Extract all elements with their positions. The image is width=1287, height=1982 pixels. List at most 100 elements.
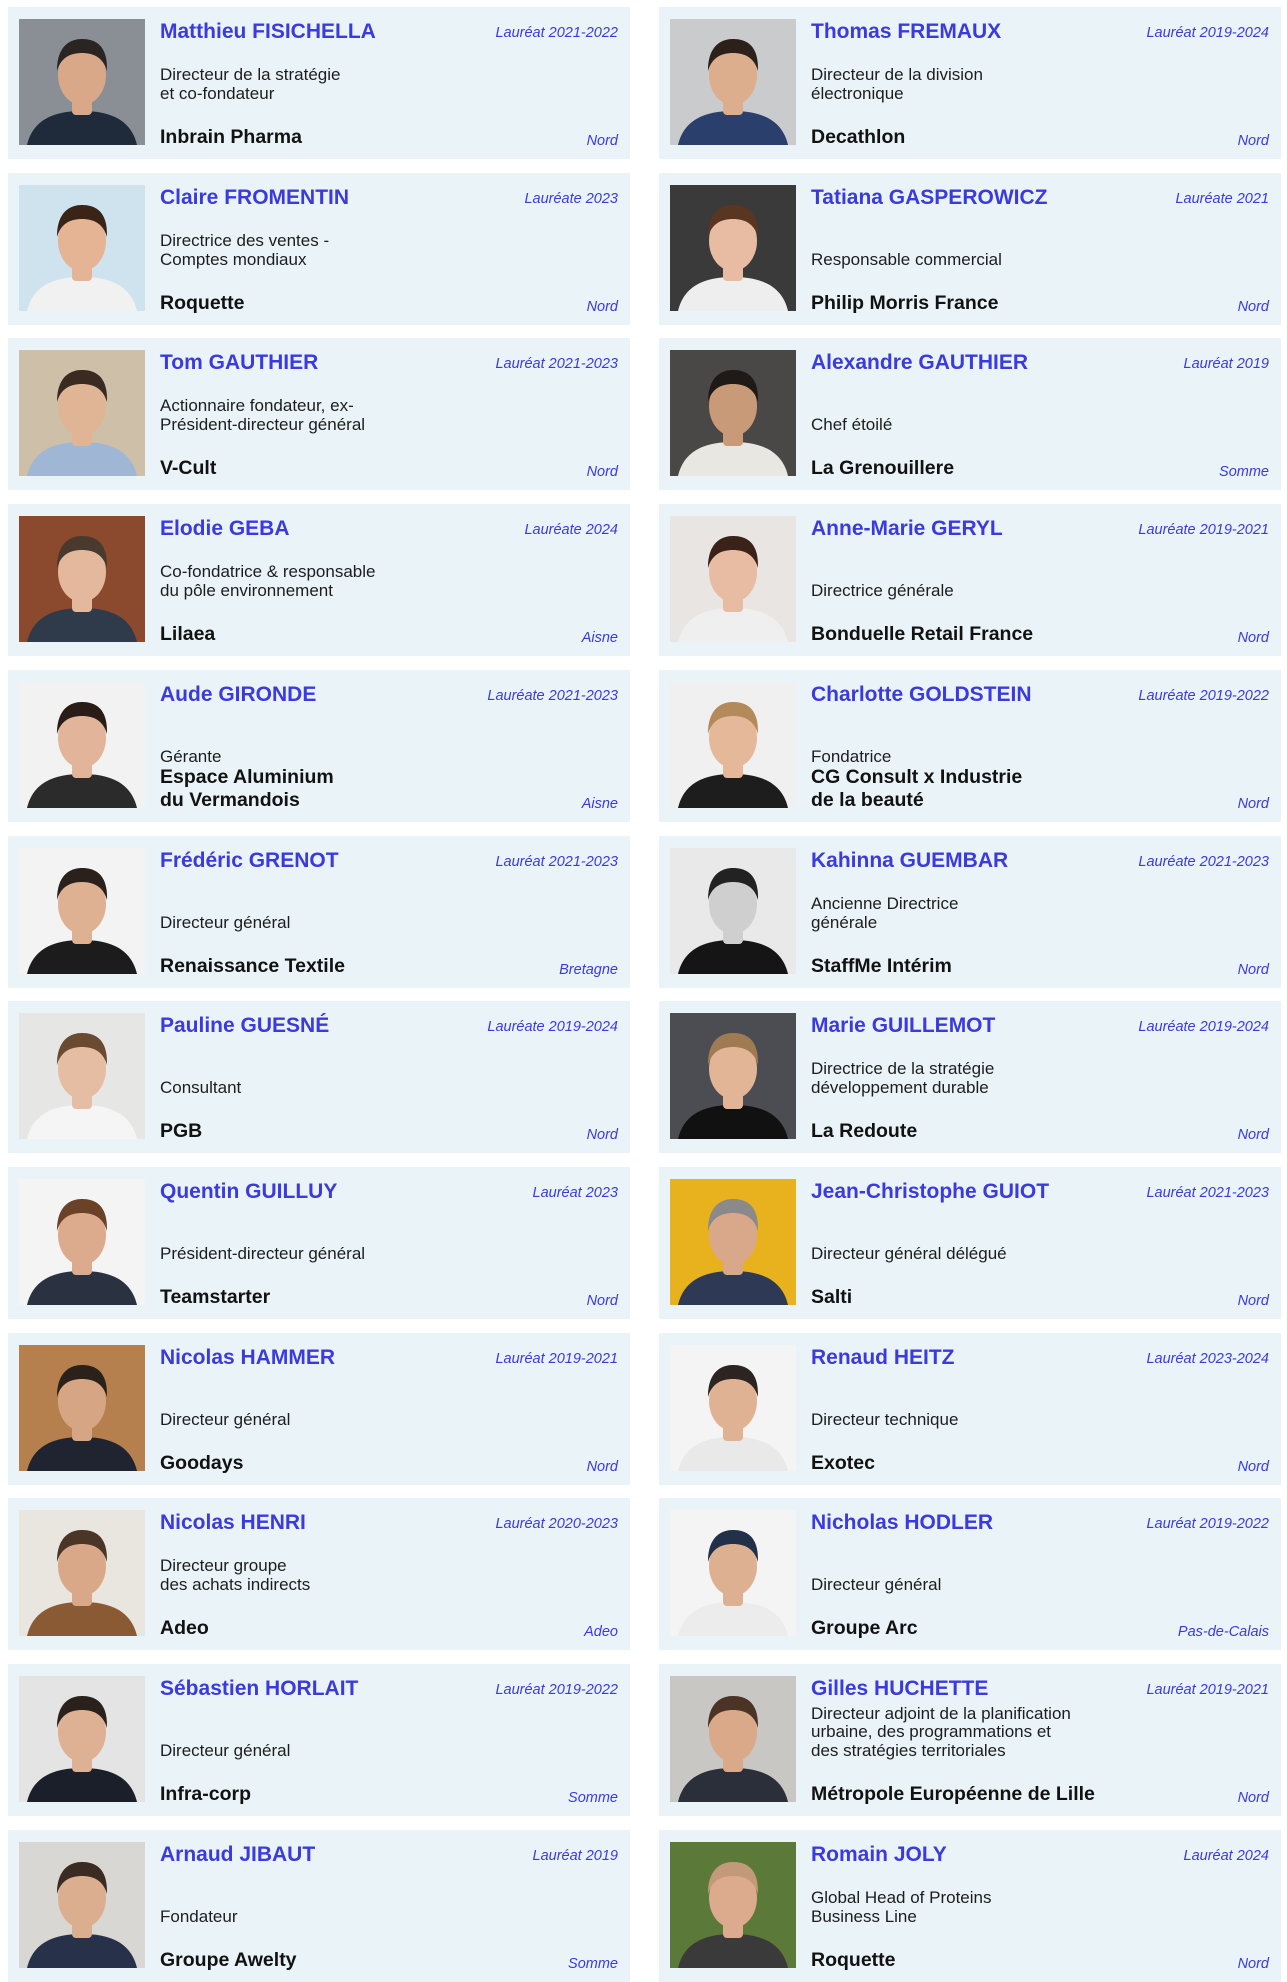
laureate-name[interactable]: Anne-Marie GERYL — [811, 516, 1141, 542]
laureate-name[interactable]: Alexandre GAUTHIER — [811, 350, 1141, 376]
laureate-card[interactable]: Renaud HEITZ Lauréat 2023-2024 Directeur… — [659, 1333, 1281, 1485]
job-title: Directeur technique — [811, 1409, 959, 1429]
laureate-card[interactable]: Marie GUILLEMOT Lauréate 2019-2024 Direc… — [659, 1001, 1281, 1153]
laureate-name[interactable]: Arnaud JIBAUT — [160, 1842, 490, 1868]
laureate-card[interactable]: Elodie GEBA Lauréate 2024 Co-fondatrice … — [8, 504, 630, 656]
job-title: Directeur général — [811, 1574, 942, 1594]
laureate-name[interactable]: Nicolas HENRI — [160, 1510, 490, 1536]
portrait-photo — [19, 1013, 145, 1139]
laureate-name[interactable]: Jean-Christophe GUIOT — [811, 1179, 1141, 1205]
laureat-years: Lauréat 2019-2021 — [1146, 1682, 1269, 1698]
laureate-card[interactable]: Arnaud JIBAUT Lauréat 2019 Fondateur Gro… — [8, 1830, 630, 1982]
laureate-card[interactable]: Nicholas HODLER Lauréat 2019-2022 Direct… — [659, 1498, 1281, 1650]
laureate-name[interactable]: Charlotte GOLDSTEIN — [811, 682, 1141, 708]
region-tag: Nord — [586, 1127, 618, 1143]
region-tag: Nord — [1237, 133, 1269, 149]
region-tag: Aisne — [581, 630, 618, 646]
laureate-name[interactable]: Thomas FREMAUX — [811, 19, 1141, 45]
company-name: Roquette — [160, 292, 245, 314]
laureat-years: Lauréate 2019-2024 — [487, 1019, 618, 1035]
laureate-name[interactable]: Romain JOLY — [811, 1842, 1141, 1868]
company-name: CG Consult x Industrie de la beauté — [811, 766, 1023, 811]
laureate-name[interactable]: Frédéric GRENOT — [160, 848, 490, 874]
job-title: Directeur de la division électronique — [811, 65, 983, 103]
company-name: La Grenouillere — [811, 457, 955, 479]
region-tag: Aisne — [581, 796, 618, 812]
region-tag: Nord — [1237, 1790, 1269, 1806]
laureate-card[interactable]: Alexandre GAUTHIER Lauréat 2019 Chef éto… — [659, 338, 1281, 490]
laureat-years: Lauréat 2020-2023 — [495, 1516, 618, 1532]
laureate-card[interactable]: Tatiana GASPEROWICZ Lauréate 2021 Respon… — [659, 173, 1281, 325]
laureate-card[interactable]: Pauline GUESNÉ Lauréate 2019-2024 Consul… — [8, 1001, 630, 1153]
laureat-years: Lauréate 2024 — [524, 522, 618, 538]
portrait-photo — [670, 516, 796, 642]
company-name: La Redoute — [811, 1120, 918, 1142]
laureate-name[interactable]: Aude GIRONDE — [160, 682, 490, 708]
portrait-photo — [670, 682, 796, 808]
region-tag: Adeo — [584, 1624, 618, 1640]
laureate-card[interactable]: Anne-Marie GERYL Lauréate 2019-2021 Dire… — [659, 504, 1281, 656]
laureate-card[interactable]: Sébastien HORLAIT Lauréat 2019-2022 Dire… — [8, 1664, 630, 1816]
laureat-years: Lauréate 2019-2022 — [1138, 688, 1269, 704]
region-tag: Nord — [1237, 962, 1269, 978]
laureate-card[interactable]: Tom GAUTHIER Lauréat 2021-2023 Actionnai… — [8, 338, 630, 490]
company-name: Inbrain Pharma — [160, 126, 302, 148]
region-tag: Nord — [586, 464, 618, 480]
laureate-card[interactable]: Quentin GUILLUY Lauréat 2023 Président-d… — [8, 1167, 630, 1319]
region-tag: Somme — [1219, 464, 1269, 480]
job-title: Directeur général — [160, 1409, 291, 1429]
laureat-years: Lauréat 2024 — [1183, 1848, 1269, 1864]
laureate-name[interactable]: Tatiana GASPEROWICZ — [811, 185, 1141, 211]
laureate-card[interactable]: Thomas FREMAUX Lauréat 2019-2024 Directe… — [659, 7, 1281, 159]
portrait-photo — [670, 1676, 796, 1802]
portrait-photo — [19, 1676, 145, 1802]
laureate-name[interactable]: Quentin GUILLUY — [160, 1179, 490, 1205]
laureate-name[interactable]: Sébastien HORLAIT — [160, 1676, 490, 1702]
laureate-name[interactable]: Tom GAUTHIER — [160, 350, 490, 376]
laureat-years: Lauréat 2019 — [1183, 356, 1269, 372]
job-title: Directrice des ventes - Comptes mondiaux — [160, 231, 330, 269]
region-tag: Nord — [1237, 796, 1269, 812]
laureate-card[interactable]: Aude GIRONDE Lauréate 2021-2023 Gérante … — [8, 670, 630, 822]
laureate-name[interactable]: Kahinna GUEMBAR — [811, 848, 1141, 874]
laureat-years: Lauréat 2019 — [532, 1848, 618, 1864]
region-tag: Nord — [586, 133, 618, 149]
job-title: Directeur général délégué — [811, 1243, 1007, 1263]
company-name: Groupe Arc — [811, 1617, 918, 1639]
laureat-years: Lauréate 2021-2023 — [1138, 854, 1269, 870]
company-name: Decathlon — [811, 126, 906, 148]
laureate-name[interactable]: Matthieu FISICHELLA — [160, 19, 490, 45]
laureate-card[interactable]: Jean-Christophe GUIOT Lauréat 2021-2023 … — [659, 1167, 1281, 1319]
laureat-years: Lauréat 2019-2024 — [1146, 25, 1269, 41]
portrait-photo — [670, 1842, 796, 1968]
portrait-photo — [670, 350, 796, 476]
laureate-name[interactable]: Elodie GEBA — [160, 516, 490, 542]
laureate-card[interactable]: Romain JOLY Lauréat 2024 Global Head of … — [659, 1830, 1281, 1982]
laureate-name[interactable]: Nicolas HAMMER — [160, 1345, 490, 1371]
company-name: Espace Aluminium du Vermandois — [160, 766, 334, 811]
portrait-photo — [19, 682, 145, 808]
laureate-card[interactable]: Claire FROMENTIN Lauréate 2023 Directric… — [8, 173, 630, 325]
portrait-photo — [19, 1510, 145, 1636]
job-title: Actionnaire fondateur, ex- Président-dire… — [160, 396, 366, 434]
laureate-card[interactable]: Nicolas HENRI Lauréat 2020-2023 Directeu… — [8, 1498, 630, 1650]
laureat-years: Lauréat 2019-2022 — [495, 1682, 618, 1698]
laureate-card[interactable]: Nicolas HAMMER Lauréat 2019-2021 Directe… — [8, 1333, 630, 1485]
laureate-name[interactable]: Gilles HUCHETTE — [811, 1676, 1141, 1702]
laureat-years: Lauréate 2023 — [524, 191, 618, 207]
laureate-name[interactable]: Renaud HEITZ — [811, 1345, 1141, 1371]
laureate-name[interactable]: Pauline GUESNÉ — [160, 1013, 490, 1039]
region-tag: Nord — [1237, 1293, 1269, 1309]
laureate-name[interactable]: Nicholas HODLER — [811, 1510, 1141, 1536]
laureate-name[interactable]: Claire FROMENTIN — [160, 185, 490, 211]
laureate-card[interactable]: Kahinna GUEMBAR Lauréate 2021-2023 Ancie… — [659, 836, 1281, 988]
job-title: Co-fondatrice & responsable du pôle envir… — [160, 562, 376, 600]
laureate-card[interactable]: Frédéric GRENOT Lauréat 2021-2023 Direct… — [8, 836, 630, 988]
laureate-card[interactable]: Charlotte GOLDSTEIN Lauréate 2019-2022 F… — [659, 670, 1281, 822]
laureate-card[interactable]: Gilles HUCHETTE Lauréat 2019-2021 Direct… — [659, 1664, 1281, 1816]
laureate-name[interactable]: Marie GUILLEMOT — [811, 1013, 1141, 1039]
laureate-card[interactable]: Matthieu FISICHELLA Lauréat 2021-2022 Di… — [8, 7, 630, 159]
portrait-photo — [19, 516, 145, 642]
portrait-photo — [670, 1179, 796, 1305]
region-tag: Pas-de-Calais — [1177, 1624, 1269, 1640]
